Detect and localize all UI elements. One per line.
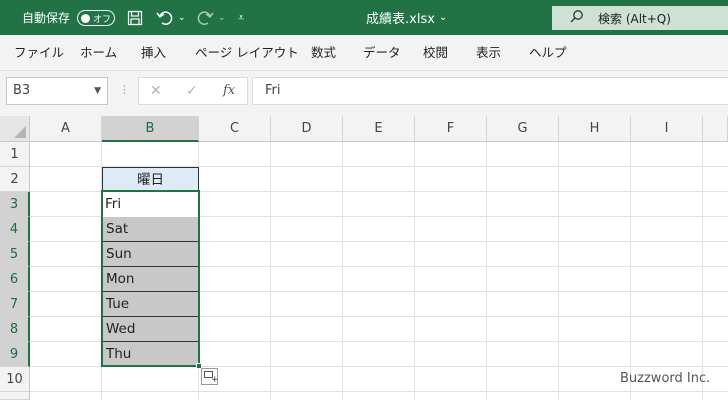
tab-review[interactable]: 校閲 bbox=[423, 35, 448, 70]
formula-bar-area: B3 ▼ ⋮ ✕ ✓ fx Fri bbox=[0, 71, 728, 116]
formula-bar-grip-icon[interactable]: ⋮ bbox=[119, 83, 130, 96]
name-box[interactable]: B3 ▼ bbox=[6, 77, 108, 105]
column-header-f[interactable]: F bbox=[415, 116, 487, 142]
name-box-dropdown-icon[interactable]: ▼ bbox=[94, 78, 101, 104]
tab-file[interactable]: ファイル bbox=[14, 35, 64, 70]
redo-icon[interactable] bbox=[196, 0, 214, 35]
tab-formulas[interactable]: 数式 bbox=[311, 35, 336, 70]
cancel-icon[interactable]: ✕ bbox=[150, 78, 162, 104]
watermark: Buzzword Inc. bbox=[620, 371, 711, 386]
select-all-triangle-icon bbox=[14, 126, 26, 138]
name-box-value: B3 bbox=[13, 83, 31, 98]
row-header-6[interactable]: 6 bbox=[0, 267, 30, 292]
save-icon[interactable] bbox=[127, 0, 143, 35]
autosave-label: 自動保存 bbox=[22, 11, 71, 25]
enter-icon[interactable]: ✓ bbox=[186, 78, 198, 104]
undo-dropdown-icon[interactable]: ⌄ bbox=[178, 0, 186, 35]
tab-home[interactable]: ホーム bbox=[80, 35, 117, 70]
row-header-10[interactable]: 10 bbox=[0, 367, 30, 392]
title-bar: 自動保存 オフ ⌄ ⌄ ⩡ 成績表.xlsx ⌄ 検索 (Alt+Q) bbox=[0, 0, 728, 35]
column-header-b[interactable]: B bbox=[102, 116, 199, 142]
row-header-3[interactable]: 3 bbox=[0, 192, 30, 217]
gridline-vertical bbox=[702, 142, 703, 400]
tab-help[interactable]: ヘルプ bbox=[529, 35, 567, 70]
tab-view[interactable]: 表示 bbox=[476, 35, 501, 70]
selection-border bbox=[101, 190, 200, 367]
ribbon-tabs: ファイル ホーム 挿入 ページ レイアウト 数式 データ 校閲 表示 ヘルプ bbox=[0, 35, 728, 71]
column-header-h[interactable]: H bbox=[559, 116, 631, 142]
gridline-vertical bbox=[414, 142, 415, 400]
file-name-text: 成績表.xlsx bbox=[366, 12, 435, 27]
row-header-2[interactable]: 2 bbox=[0, 167, 30, 192]
autosave-toggle[interactable]: オフ bbox=[77, 10, 115, 26]
select-all-button[interactable] bbox=[0, 116, 30, 142]
row-header-9[interactable]: 9 bbox=[0, 342, 30, 367]
column-header-g[interactable]: G bbox=[487, 116, 559, 142]
tab-data[interactable]: データ bbox=[363, 35, 401, 70]
undo-icon[interactable] bbox=[156, 0, 174, 35]
gridline-vertical bbox=[342, 142, 343, 400]
gridline-vertical bbox=[558, 142, 559, 400]
tab-page-layout[interactable]: ページ レイアウト bbox=[195, 35, 299, 70]
chevron-down-icon: ⌄ bbox=[438, 12, 448, 23]
quick-analysis-button[interactable]: + bbox=[201, 368, 219, 385]
column-header-j[interactable] bbox=[703, 116, 728, 142]
gridline-vertical bbox=[630, 142, 631, 400]
gridline-vertical bbox=[486, 142, 487, 400]
customize-toolbar-icon[interactable]: ⩡ bbox=[238, 0, 244, 35]
column-header-c[interactable]: C bbox=[199, 116, 271, 142]
row-header-8[interactable]: 8 bbox=[0, 317, 30, 342]
row-header-5[interactable]: 5 bbox=[0, 242, 30, 267]
tab-insert[interactable]: 挿入 bbox=[141, 35, 166, 70]
cell-b2-header[interactable]: 曜日 bbox=[102, 167, 199, 192]
row-header-4[interactable]: 4 bbox=[0, 217, 30, 242]
column-header-a[interactable]: A bbox=[30, 116, 102, 142]
search-box[interactable]: 検索 (Alt+Q) bbox=[552, 6, 728, 30]
file-name[interactable]: 成績表.xlsx ⌄ bbox=[366, 0, 447, 35]
plus-icon: + bbox=[211, 375, 219, 385]
gridline-horizontal bbox=[30, 391, 728, 392]
formula-input[interactable]: Fri bbox=[252, 77, 728, 105]
toggle-knob bbox=[81, 13, 90, 23]
redo-dropdown-icon[interactable]: ⌄ bbox=[218, 0, 226, 35]
row-header-11[interactable] bbox=[0, 392, 30, 400]
search-icon bbox=[570, 9, 584, 27]
column-header-d[interactable]: D bbox=[271, 116, 343, 142]
autosave-state: オフ bbox=[93, 14, 112, 25]
gridline-vertical bbox=[270, 142, 271, 400]
row-header-7[interactable]: 7 bbox=[0, 292, 30, 317]
column-header-e[interactable]: E bbox=[343, 116, 415, 142]
row-header-1[interactable]: 1 bbox=[0, 142, 30, 167]
formula-buttons: ✕ ✓ fx bbox=[138, 77, 248, 105]
search-placeholder: 検索 (Alt+Q) bbox=[598, 11, 671, 26]
insert-function-icon[interactable]: fx bbox=[223, 78, 235, 104]
column-header-i[interactable]: I bbox=[631, 116, 703, 142]
